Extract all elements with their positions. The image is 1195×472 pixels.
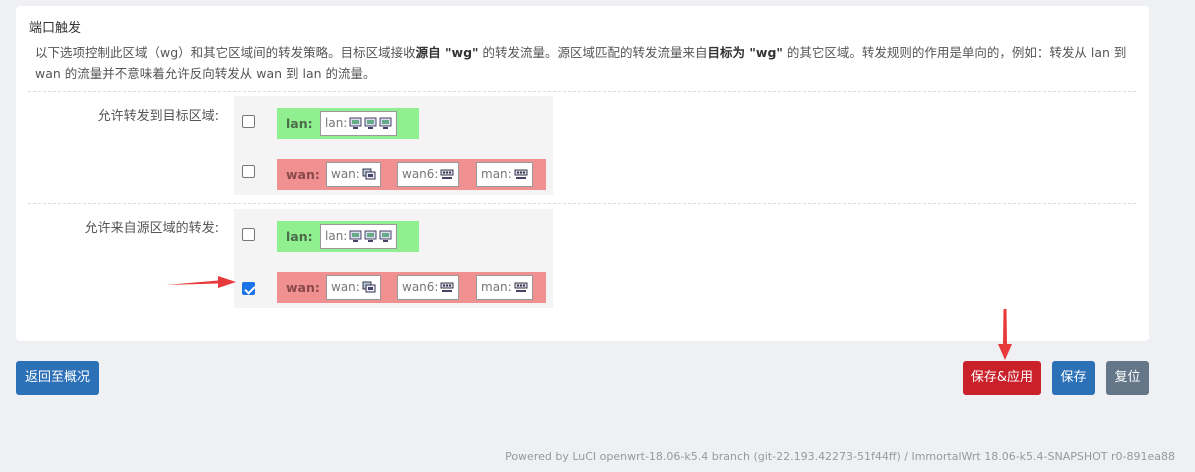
network-lan: lan: xyxy=(320,224,398,251)
zone-badge-wan: wan: wan: wan6: man: xyxy=(277,159,546,190)
zone-badge-wan: wan: wan: wan6: man: xyxy=(277,272,546,303)
zone-name: wan: xyxy=(286,167,320,182)
network-name: wan: xyxy=(331,280,360,294)
zone-name: lan: xyxy=(286,116,313,131)
zone-name: wan: xyxy=(286,280,320,295)
network-name: wan6: xyxy=(402,280,439,294)
forward-src-options: lan: lan: wan: wan: wan6: man: xyxy=(234,209,553,308)
network-name: wan: xyxy=(331,167,360,181)
switch-icon xyxy=(514,166,528,189)
back-to-overview-button[interactable]: 返回至概况 xyxy=(16,361,99,395)
zone-name: lan: xyxy=(286,229,313,244)
switch-icon xyxy=(514,279,528,302)
network-wan6: wan6: xyxy=(397,162,460,189)
forward-src-label: 允许来自源区域的转发: xyxy=(84,221,219,236)
network-name: wan6: xyxy=(402,167,439,181)
network-lan: lan: xyxy=(320,111,398,138)
ethernet-icon xyxy=(379,228,392,251)
network-man: man: xyxy=(476,275,533,300)
network-wan: wan: xyxy=(326,162,381,187)
forward-src-lan-checkbox[interactable] xyxy=(242,228,255,241)
annotation-arrow-save-apply xyxy=(998,309,1012,360)
section-description: 以下选项控制此区域（wg）和其它区域间的转发策略。目标区域接收源自 "wg" 的… xyxy=(35,45,1127,81)
divider xyxy=(28,91,1136,92)
section-title: 端口触发 xyxy=(29,21,82,36)
bridge-icon xyxy=(362,166,376,189)
footer-credits: Powered by LuCI openwrt-18.06-k5.4 branc… xyxy=(505,450,1175,463)
forward-dest-label: 允许转发到目标区域: xyxy=(97,109,219,124)
forward-src-wan-checkbox[interactable] xyxy=(242,282,255,295)
ethernet-icon xyxy=(364,115,377,138)
network-man: man: xyxy=(476,162,533,187)
ethernet-icon xyxy=(349,115,362,138)
forward-dest-lan-checkbox[interactable] xyxy=(242,115,255,128)
zone-badge-lan: lan: lan: xyxy=(277,108,419,139)
ethernet-icon xyxy=(379,115,392,138)
network-name: man: xyxy=(481,280,512,294)
bridge-icon xyxy=(362,279,376,302)
zone-badge-lan: lan: lan: xyxy=(277,221,419,252)
ethernet-icon xyxy=(349,228,362,251)
save-apply-button[interactable]: 保存&应用 xyxy=(963,361,1041,395)
network-wan: wan: xyxy=(326,275,381,300)
divider xyxy=(28,203,1136,204)
forward-dest-wan-checkbox[interactable] xyxy=(242,165,255,178)
network-name: lan: xyxy=(325,116,348,130)
network-wan6: wan6: xyxy=(397,275,460,302)
switch-icon xyxy=(440,279,454,302)
switch-icon xyxy=(440,166,454,189)
ethernet-icon xyxy=(364,228,377,251)
reset-button[interactable]: 复位 xyxy=(1106,361,1149,395)
network-name: man: xyxy=(481,167,512,181)
forward-dest-options: lan: lan: wan: wan: wan6: man: xyxy=(234,96,553,195)
annotation-arrow-checkbox xyxy=(166,276,236,288)
network-name: lan: xyxy=(325,229,348,243)
save-button[interactable]: 保存 xyxy=(1052,361,1095,395)
